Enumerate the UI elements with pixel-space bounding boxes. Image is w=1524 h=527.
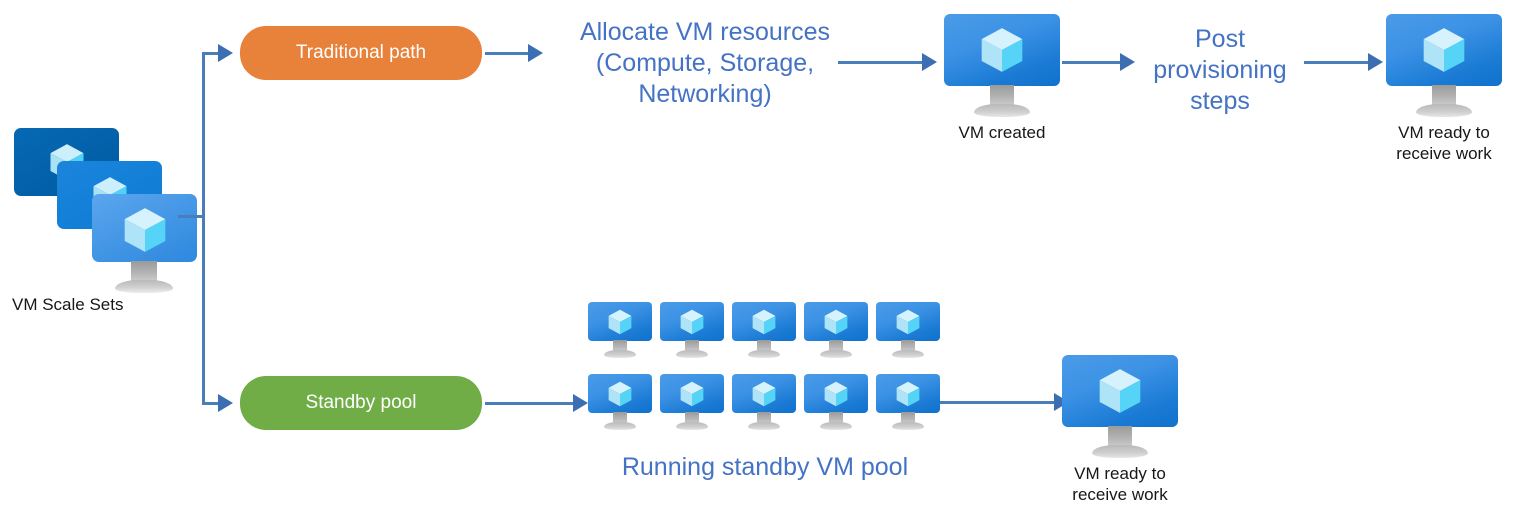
monitor-base <box>820 422 852 430</box>
monitor-base <box>748 422 780 430</box>
allocate-vm-resources-text-block: Allocate VM resources (Compute, Storage,… <box>560 17 850 110</box>
vm-ready-bottom-node[interactable]: VM ready to receive work <box>1062 355 1178 515</box>
monitor-screen <box>804 374 868 413</box>
running-standby-vm-pool-label: Running standby VM pool <box>621 453 909 481</box>
cube-icon <box>680 309 704 335</box>
pool-vm[interactable] <box>660 302 724 358</box>
scale-set-card-front <box>92 194 197 262</box>
cube-icon <box>896 309 920 335</box>
cube-icon <box>981 28 1023 72</box>
monitor-screen <box>732 374 796 413</box>
allocate-to-vmcreated-arrowhead <box>922 53 937 71</box>
cube-icon <box>608 381 632 407</box>
monitor-screen <box>588 302 652 341</box>
post-line-2: provisioning <box>1153 56 1287 84</box>
branch-top-arrowhead <box>218 44 233 62</box>
monitor-screen <box>1386 14 1502 86</box>
monitor-base <box>115 280 173 293</box>
pool-vm[interactable] <box>660 374 724 430</box>
vm-ready-bottom-label-line-2: receive work <box>1072 485 1168 504</box>
cube-icon <box>1423 28 1465 72</box>
vm-scale-sets-node[interactable]: VM Scale Sets <box>12 128 197 314</box>
cube-icon <box>608 309 632 335</box>
cube-icon <box>824 309 848 335</box>
pool-vm[interactable] <box>876 302 940 358</box>
vm-scale-sets-label: VM Scale Sets <box>12 295 124 314</box>
monitor-base <box>1416 104 1472 117</box>
monitor-base <box>604 350 636 358</box>
vmcreated-to-post-line <box>1062 61 1124 64</box>
monitor-base <box>676 422 708 430</box>
branch-vertical-line <box>202 53 205 405</box>
post-line-1: Post <box>1194 25 1246 53</box>
monitor-screen <box>876 302 940 341</box>
cube-icon <box>896 381 920 407</box>
allocate-line-3: Networking) <box>638 80 772 108</box>
monitor-base <box>1092 445 1148 458</box>
pool-vm[interactable] <box>876 374 940 430</box>
monitor-base <box>676 350 708 358</box>
monitor-base <box>892 422 924 430</box>
cube-icon <box>752 309 776 335</box>
post-provisioning-text-block: Post provisioning steps <box>1132 24 1308 117</box>
cube-icon <box>824 381 848 407</box>
vm-ready-bottom-label-line-1: VM ready to <box>1074 464 1166 483</box>
traditional-to-allocate-line <box>485 52 530 55</box>
traditional-path-pill[interactable]: Traditional path <box>240 26 482 80</box>
monitor-screen <box>732 302 796 341</box>
standby-to-pool-line <box>485 402 577 405</box>
pool-vm[interactable] <box>804 374 868 430</box>
monitor-base <box>974 104 1030 117</box>
pool-to-result-line <box>940 401 1058 404</box>
monitor-screen <box>1062 355 1178 427</box>
traditional-to-allocate-arrowhead <box>528 44 543 62</box>
monitor-screen <box>660 302 724 341</box>
cube-icon <box>680 381 704 407</box>
vm-created-label: VM created <box>958 123 1046 142</box>
running-standby-vm-pool-group <box>588 302 944 442</box>
cube-icon <box>1099 369 1141 413</box>
vm-ready-top-label-line-2: receive work <box>1396 144 1492 163</box>
monitor-screen <box>944 14 1060 86</box>
cube-icon <box>752 381 776 407</box>
monitor-base <box>748 350 780 358</box>
monitor-screen <box>660 374 724 413</box>
monitor-screen <box>804 302 868 341</box>
pool-vm[interactable] <box>804 302 868 358</box>
vm-ready-top-node[interactable]: VM ready to receive work <box>1386 14 1502 174</box>
monitor-screen <box>588 374 652 413</box>
allocate-to-vmcreated-line <box>838 61 926 64</box>
pool-vm[interactable] <box>588 302 652 358</box>
vm-ready-top-label-line-1: VM ready to <box>1398 123 1490 142</box>
monitor-base <box>820 350 852 358</box>
standby-pool-pill[interactable]: Standby pool <box>240 376 482 430</box>
standby-to-pool-arrowhead <box>573 394 588 412</box>
allocate-line-2: (Compute, Storage, <box>595 49 815 77</box>
post-to-result-arrowhead <box>1368 53 1383 71</box>
vm-created-node[interactable]: VM created <box>944 14 1060 142</box>
monitor-screen <box>876 374 940 413</box>
allocate-line-1: Allocate VM resources <box>579 18 831 46</box>
cube-icon <box>124 208 165 252</box>
diagram-canvas: VM Scale Sets Traditional path Allocate … <box>0 0 1524 527</box>
monitor-base <box>892 350 924 358</box>
pool-vm[interactable] <box>732 374 796 430</box>
post-line-3: steps <box>1190 87 1250 115</box>
monitor-base <box>604 422 636 430</box>
branch-bottom-arrowhead <box>218 394 233 412</box>
post-to-result-line <box>1304 61 1372 64</box>
pool-vm[interactable] <box>732 302 796 358</box>
branch-stem-line <box>178 215 205 218</box>
pool-vm[interactable] <box>588 374 652 430</box>
